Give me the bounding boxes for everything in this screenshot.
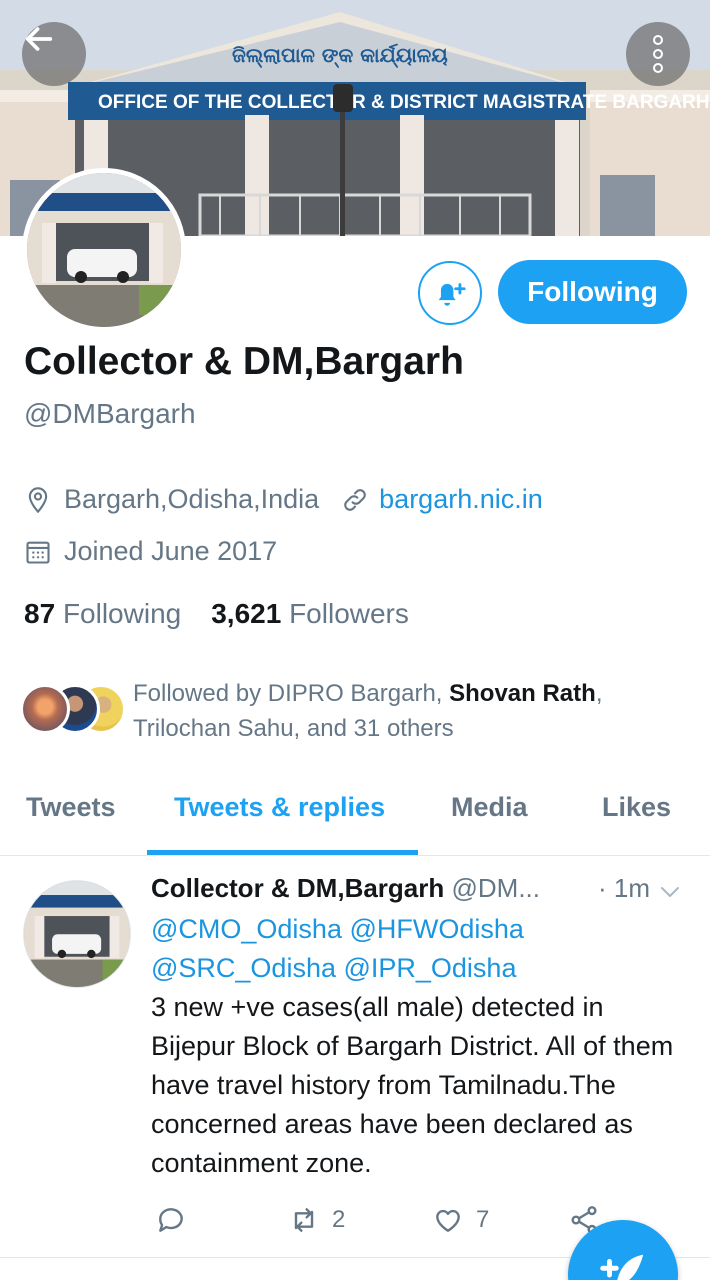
followers-stat[interactable]: 3,621 Followers xyxy=(211,598,409,629)
followed-by-text[interactable]: Followed by DIPRO Bargarh, Shovan Rath, … xyxy=(133,676,693,746)
reply-icon xyxy=(159,1208,183,1232)
profile-avatar[interactable] xyxy=(22,168,186,332)
profile-location-row: Bargarh,Odisha,India bargarh.nic.in xyxy=(24,484,543,515)
back-button[interactable] xyxy=(22,22,86,86)
profile-joined-row: Joined June 2017 xyxy=(24,536,277,567)
tab-tweets[interactable]: Tweets xyxy=(26,792,116,823)
followers-count: 3,621 xyxy=(211,598,282,629)
more-options-button[interactable] xyxy=(626,22,690,86)
profile-website-link[interactable]: bargarh.nic.in xyxy=(379,484,543,515)
tweet-author-handle: @DM... xyxy=(451,873,541,903)
profile-handle: @DMBargarh xyxy=(24,398,196,429)
tweet-text: @CMO_Odisha @HFWOdisha @SRC_Odisha @IPR_… xyxy=(151,910,691,1183)
like-count: 7 xyxy=(476,1206,490,1233)
heart-icon xyxy=(436,1209,460,1232)
avatar-office-photo xyxy=(24,881,130,987)
following-stat[interactable]: 87 Following xyxy=(24,598,181,629)
tweet-mentions-line2[interactable]: @SRC_Odisha @IPR_Odisha xyxy=(151,953,516,983)
reply-button[interactable] xyxy=(155,1200,199,1240)
tweet-mentions-line1[interactable]: @CMO_Odisha @HFWOdisha xyxy=(151,914,524,944)
active-tab-indicator xyxy=(147,850,418,855)
tab-likes[interactable]: Likes xyxy=(602,792,671,823)
retweet-button[interactable]: 2 xyxy=(288,1200,345,1240)
retweet-count: 2 xyxy=(332,1206,346,1233)
banner-odia-sign: ଜିଲ୍ଲାପାଳ ଙ୍କ କାର୍ଯ୍ୟାଳୟ xyxy=(232,43,448,68)
tweet-author-avatar[interactable] xyxy=(23,880,131,988)
following-label: Following xyxy=(62,598,182,629)
followers-label: Followers xyxy=(289,598,409,629)
more-vertical-icon xyxy=(653,35,663,73)
compose-tweet-icon xyxy=(600,1254,644,1280)
retweet-icon xyxy=(294,1208,314,1232)
chevron-down-icon[interactable] xyxy=(658,880,682,904)
tab-media[interactable]: Media xyxy=(451,792,528,823)
banner-sign-text: OFFICE OF THE COLLECTOR & DISTRICT MAGIS… xyxy=(98,92,710,113)
tab-tweets-and-replies[interactable]: Tweets & replies xyxy=(174,792,385,823)
followed-by-prefix: Followed by DIPRO Bargarh, xyxy=(133,680,450,707)
followed-by-line2: Trilochan Sahu, and 31 others xyxy=(133,715,454,742)
profile-tabs: Tweets Tweets & replies Media Likes xyxy=(0,780,710,856)
link-icon xyxy=(341,486,369,514)
like-button[interactable]: 7 xyxy=(432,1200,489,1240)
bell-plus-icon xyxy=(438,283,466,306)
notifications-toggle-button[interactable] xyxy=(418,261,482,325)
profile-joined-date: Joined June 2017 xyxy=(64,536,278,566)
tweet-author-name[interactable]: Collector & DM,Bargarh xyxy=(151,873,444,903)
follower-avatar xyxy=(20,684,70,734)
profile-display-name: Collector & DM,Bargarh xyxy=(24,340,464,383)
arrow-left-icon xyxy=(25,27,53,51)
followed-by-suffix: , xyxy=(595,680,603,707)
profile-location: Bargarh,Odisha,India xyxy=(64,484,320,514)
tweet-body-text: 3 new +ve cases(all male) detected in Bi… xyxy=(151,992,674,1178)
profile-stats: 87 Following 3,621 Followers xyxy=(24,598,409,630)
tweet-timestamp: · 1m xyxy=(598,873,650,903)
calendar-icon xyxy=(24,538,52,566)
following-count: 87 xyxy=(24,598,56,629)
followed-by-bold-name: Shovan Rath xyxy=(449,680,596,707)
following-button[interactable]: Following xyxy=(498,260,687,324)
location-pin-icon xyxy=(24,486,52,514)
avatar-office-photo xyxy=(27,173,181,327)
